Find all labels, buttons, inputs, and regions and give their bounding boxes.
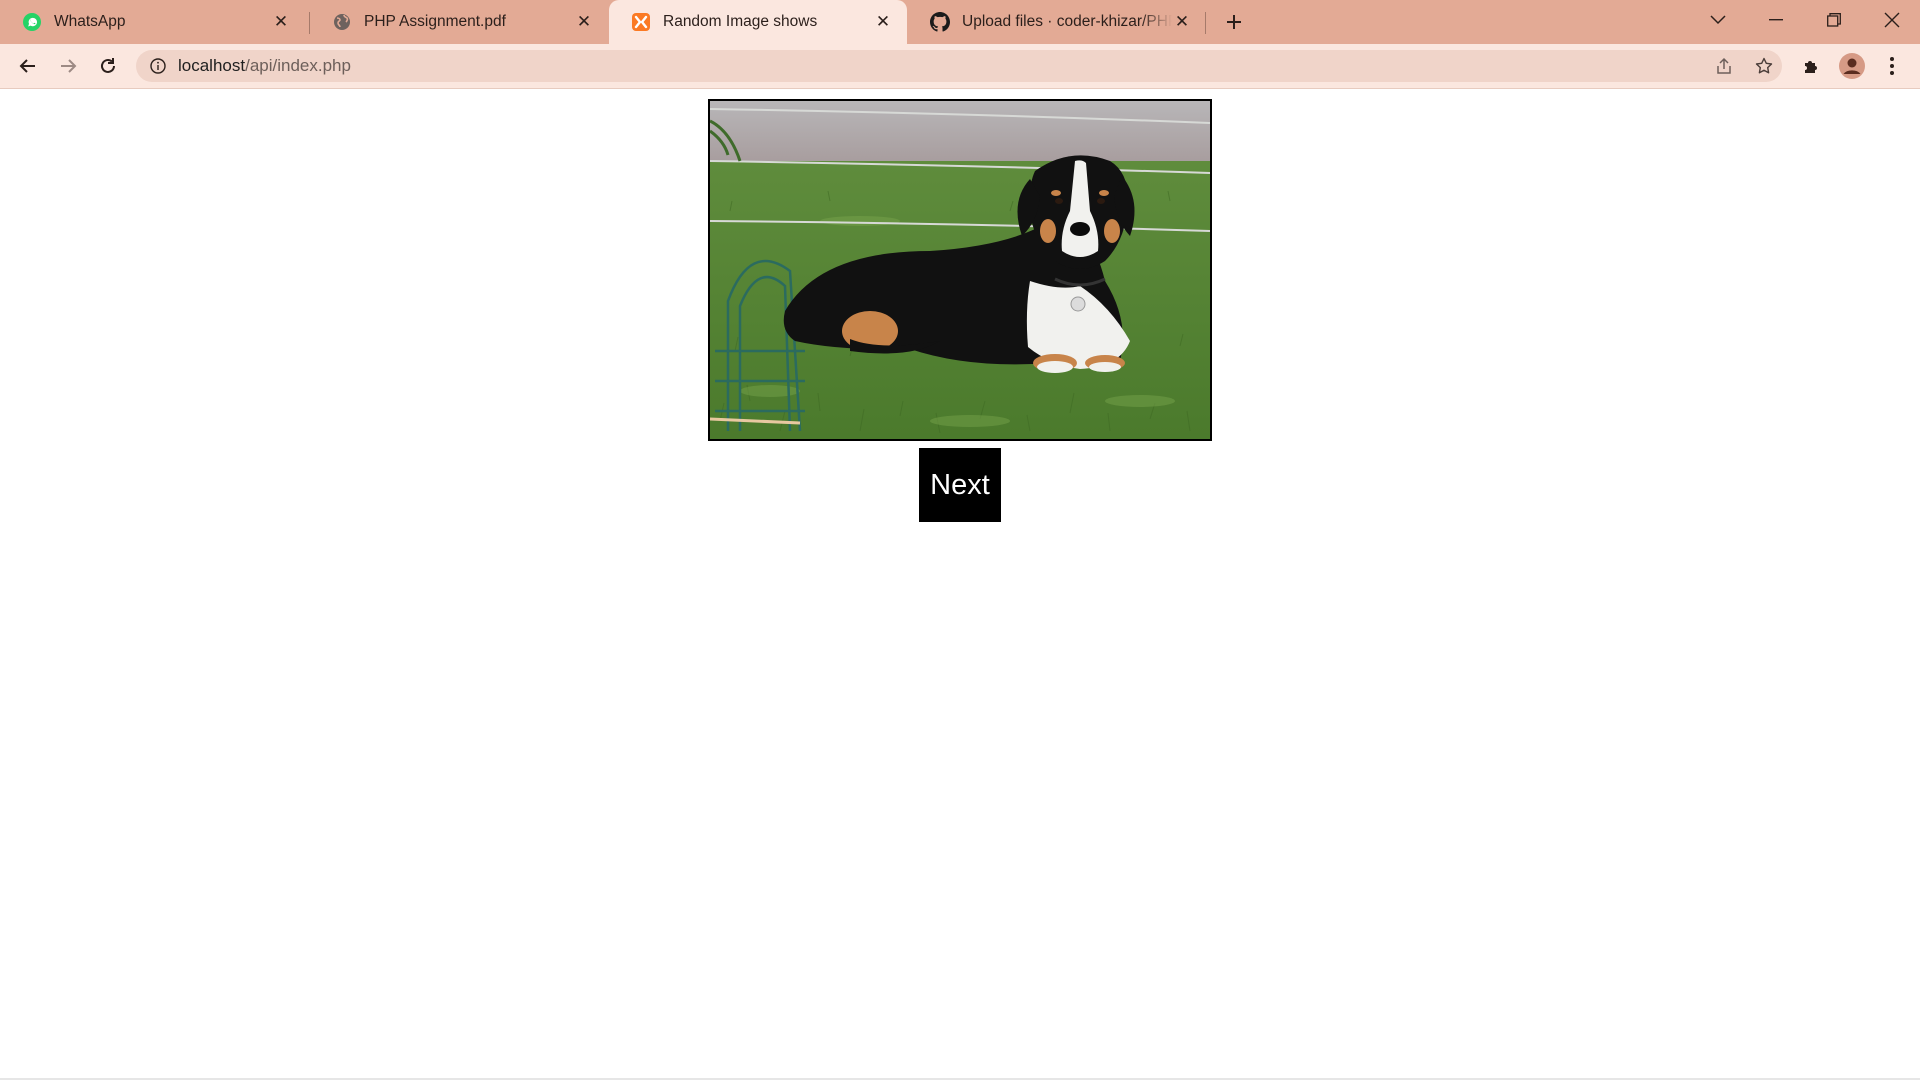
minimize-icon	[1769, 19, 1783, 21]
tab-github-upload[interactable]: Upload files · coder-khizar/PHP-P ✕	[908, 0, 1206, 44]
url-path: /api/index.php	[245, 56, 351, 75]
back-button[interactable]	[12, 50, 44, 82]
tab-title: WhatsApp	[54, 13, 126, 30]
forward-button[interactable]	[52, 50, 84, 82]
browser-toolbar: localhost/api/index.php	[0, 44, 1920, 89]
page-content: Next	[0, 89, 1920, 1080]
restore-icon	[1827, 13, 1841, 27]
share-icon	[1717, 57, 1731, 74]
close-icon[interactable]: ✕	[271, 12, 291, 32]
next-button[interactable]: Next	[919, 448, 1001, 522]
url-host: localhost	[178, 56, 246, 75]
minimize-button[interactable]	[1748, 0, 1804, 40]
tab-php-assignment[interactable]: PHP Assignment.pdf ✕	[310, 0, 608, 44]
profile-button[interactable]	[1836, 50, 1868, 82]
tab-strip: WhatsApp ✕ PHP Assignment.pdf ✕ Random I…	[0, 0, 1920, 44]
close-icon[interactable]: ✕	[1172, 12, 1192, 32]
restore-button[interactable]	[1806, 0, 1862, 40]
arrow-right-icon	[61, 59, 77, 73]
puzzle-icon	[1805, 61, 1817, 73]
github-icon	[930, 12, 950, 32]
reload-button[interactable]	[92, 50, 124, 82]
tab-random-image[interactable]: Random Image shows ✕	[609, 0, 907, 44]
url-text[interactable]: localhost/api/index.php	[178, 56, 351, 76]
dog-photo-illustration	[710, 101, 1210, 439]
close-icon[interactable]: ✕	[873, 12, 893, 32]
tab-divider	[1205, 12, 1206, 34]
new-tab-button[interactable]	[1218, 6, 1250, 38]
close-window-button[interactable]	[1864, 0, 1920, 40]
globe-icon	[332, 12, 352, 32]
close-icon[interactable]: ✕	[574, 12, 594, 32]
star-icon	[1755, 57, 1773, 74]
tab-title: PHP Assignment.pdf	[364, 13, 506, 30]
extensions-button[interactable]	[1796, 50, 1828, 82]
random-dog-image	[708, 99, 1212, 441]
more-vertical-icon	[1890, 57, 1894, 75]
tab-whatsapp[interactable]: WhatsApp ✕	[0, 0, 305, 44]
xampp-icon	[631, 12, 651, 32]
tab-search-button[interactable]	[1690, 0, 1746, 40]
share-button[interactable]	[1708, 50, 1740, 82]
bookmark-button[interactable]	[1748, 50, 1780, 82]
reload-icon	[101, 58, 115, 73]
arrow-left-icon	[19, 59, 35, 73]
avatar-icon	[1839, 53, 1865, 79]
close-icon	[1884, 12, 1900, 28]
tab-title: Upload files · coder-khizar/PHP-P	[962, 13, 1172, 30]
menu-button[interactable]	[1876, 50, 1908, 82]
tab-title: Random Image shows	[663, 13, 818, 30]
info-icon[interactable]	[148, 56, 168, 76]
chevron-down-icon	[1710, 15, 1726, 25]
whatsapp-icon	[22, 12, 42, 32]
address-bar[interactable]: localhost/api/index.php	[136, 50, 1782, 82]
